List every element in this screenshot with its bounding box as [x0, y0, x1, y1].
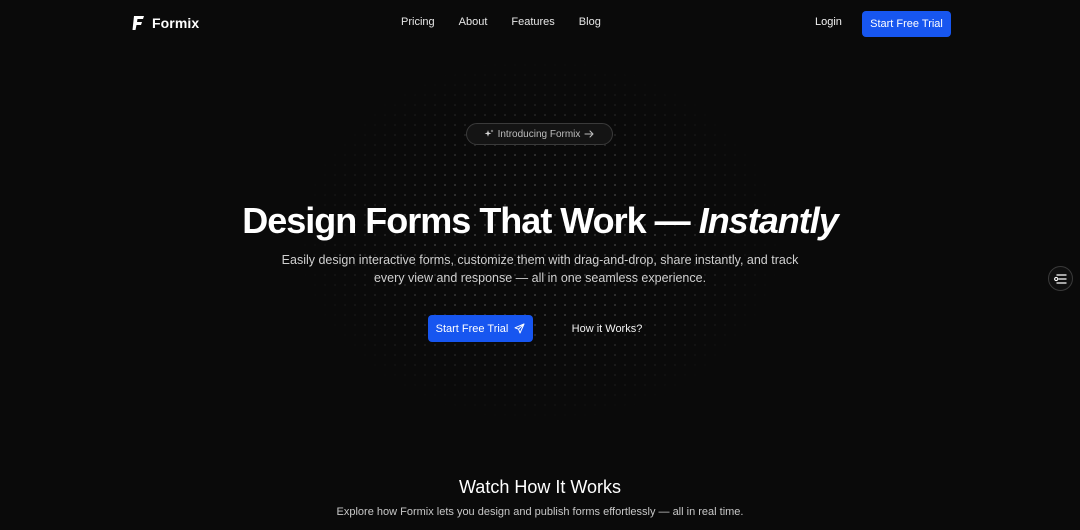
- landing-page: Formix Pricing About Features Blog Login…: [0, 0, 1080, 530]
- how-it-works-button[interactable]: How it Works?: [566, 315, 648, 342]
- hero-title-main: Design Forms That Work —: [242, 200, 690, 241]
- hero-subtitle: Easily design interactive forms, customi…: [281, 253, 799, 285]
- form-list-icon: [1054, 273, 1067, 284]
- start-free-trial-nav-button[interactable]: Start Free Trial: [862, 11, 951, 37]
- start-free-trial-button[interactable]: Start Free Trial: [428, 315, 533, 342]
- send-icon: [514, 323, 525, 334]
- sparkle-icon: [484, 129, 494, 137]
- introducing-badge[interactable]: Introducing Formix: [466, 123, 613, 145]
- main-menu: Pricing About Features Blog: [401, 16, 625, 28]
- brand-name: Formix: [152, 15, 200, 31]
- brand-logo-link[interactable]: Formix: [131, 14, 199, 32]
- start-free-trial-label: Start Free Trial: [435, 322, 509, 335]
- hero-title: Design Forms That Work — Instantly: [0, 200, 1080, 242]
- nav-link-pricing[interactable]: Pricing: [401, 16, 435, 28]
- hero-title-emphasis: Instantly: [698, 200, 839, 241]
- login-link[interactable]: Login: [815, 16, 842, 28]
- nav-link-features[interactable]: Features: [511, 16, 554, 28]
- badge-text: Introducing Formix: [497, 128, 581, 140]
- nav-link-about[interactable]: About: [459, 16, 488, 28]
- watch-section-title: Watch How It Works: [458, 477, 622, 497]
- arrow-right-icon: [584, 130, 594, 138]
- floating-form-button[interactable]: [1048, 266, 1073, 291]
- nav-link-blog[interactable]: Blog: [579, 16, 601, 28]
- top-nav: Formix Pricing About Features Blog Login…: [0, 0, 1080, 48]
- watch-section-subtitle: Explore how Formix lets you design and p…: [336, 506, 744, 518]
- formix-logo-icon: [131, 14, 146, 32]
